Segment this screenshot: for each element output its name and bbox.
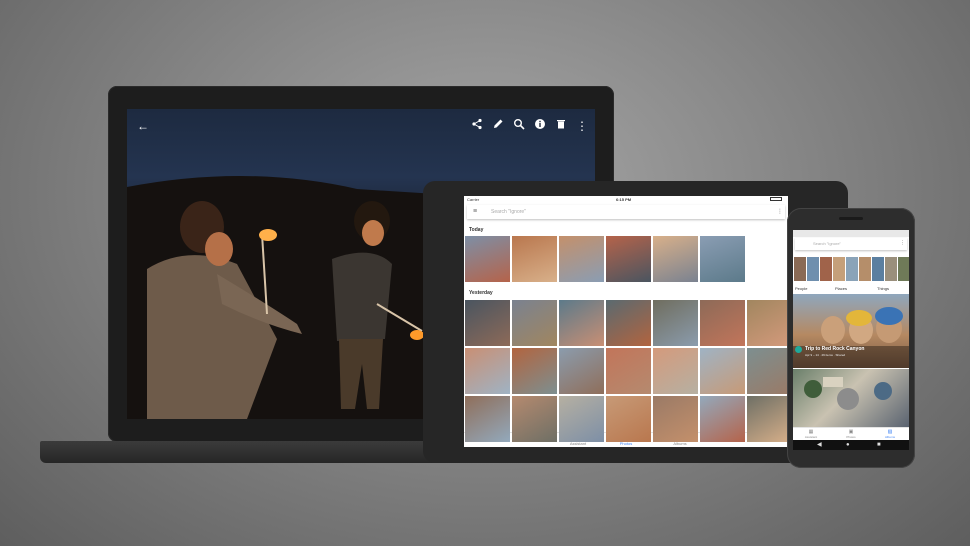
android-nav-bar: ◀ ● ■ — [793, 440, 909, 450]
photo-thumbnail[interactable] — [559, 348, 604, 394]
chip-things[interactable] — [872, 257, 909, 281]
section-today: Today — [469, 227, 484, 233]
album-card-2[interactable] — [793, 369, 909, 427]
menu-icon[interactable]: ≡ — [473, 208, 477, 216]
tablet-photos-app: Carrier 6:15 PM ≡ Search "Ignore" ⋮ Toda… — [464, 196, 788, 447]
trash-icon[interactable] — [553, 118, 569, 134]
photo-thumbnail[interactable] — [559, 236, 604, 282]
edit-icon[interactable] — [490, 118, 506, 134]
photo-thumbnail[interactable] — [700, 300, 745, 346]
search-input[interactable]: Search "Ignore" — [491, 209, 526, 215]
photo-thumbnail[interactable] — [512, 236, 557, 282]
status-bar: Carrier 6:15 PM — [464, 196, 788, 204]
photo-thumbnail[interactable] — [700, 236, 745, 282]
phone-nav-photos[interactable]: ▣ Photos — [836, 429, 866, 439]
tablet-device: Carrier 6:15 PM ≡ Search "Ignore" ⋮ Toda… — [423, 181, 848, 463]
photo-thumbnail[interactable] — [700, 396, 745, 442]
photo-thumbnail[interactable] — [512, 300, 557, 346]
zoom-icon[interactable] — [511, 118, 527, 134]
back-icon[interactable]: ◀ — [817, 441, 822, 449]
photo-thumbnail[interactable] — [512, 348, 557, 394]
more-vert-icon[interactable]: ⋮ — [900, 240, 905, 246]
status-time: 6:15 PM — [616, 197, 632, 202]
photo-thumbnail[interactable] — [747, 396, 788, 442]
phone-bottom-nav: ▦ Assistant ▣ Photos ▧ Albums — [793, 427, 909, 441]
phone-photos-app: Search "Ignore" ⋮ People Places Things T… — [793, 230, 909, 450]
photo-thumbnail[interactable] — [653, 396, 698, 442]
photo-thumbnail[interactable] — [559, 396, 604, 442]
photo-thumbnail[interactable] — [606, 348, 651, 394]
recents-icon[interactable]: ■ — [877, 441, 881, 449]
photo-thumbnail[interactable] — [747, 348, 788, 394]
phone-nav-assistant[interactable]: ▦ Assistant — [796, 429, 826, 439]
shared-album-icon — [795, 346, 802, 353]
album-meta: Apr 9 – 14 · 29 items · Shared — [805, 353, 846, 357]
photo-thumbnail[interactable] — [606, 396, 651, 442]
more-vert-icon[interactable]: ⋮ — [777, 208, 783, 215]
photo-thumbnail[interactable] — [606, 236, 651, 282]
phone-device: Search "Ignore" ⋮ People Places Things T… — [787, 208, 915, 468]
phone-nav-albums[interactable]: ▧ Albums — [875, 429, 905, 439]
phone-nav-albums-label: Albums — [884, 435, 895, 439]
photo-thumbnail[interactable] — [465, 300, 510, 346]
phone-nav-photos-label: Photos — [846, 435, 856, 439]
photo-thumbnail[interactable] — [465, 396, 510, 442]
photo-thumbnail[interactable] — [559, 300, 604, 346]
photo-thumbnail[interactable] — [465, 348, 510, 394]
photo-thumbnail[interactable] — [700, 348, 745, 394]
info-icon[interactable] — [532, 118, 548, 134]
battery-icon — [770, 197, 782, 201]
album-card[interactable]: Trip to Red Rock Canyon Apr 9 – 14 · 29 … — [793, 294, 909, 368]
home-icon[interactable]: ● — [846, 441, 850, 449]
photo-thumbnail[interactable] — [606, 300, 651, 346]
chip-people[interactable] — [794, 257, 832, 281]
photo-thumbnail[interactable] — [747, 300, 788, 346]
section-yesterday: Yesterday — [469, 290, 493, 296]
phone-nav-assistant-label: Assistant — [804, 435, 818, 439]
photo-thumbnail[interactable] — [653, 300, 698, 346]
chip-places[interactable] — [833, 257, 871, 281]
phone-search-bar[interactable]: Search "Ignore" ⋮ — [795, 238, 907, 250]
photo-thumbnail[interactable] — [653, 348, 698, 394]
arrow-left-icon[interactable]: ← — [135, 118, 151, 134]
phone-status-bar — [793, 230, 909, 237]
album-cover-photo-2 — [804, 377, 892, 410]
photo-thumbnail[interactable] — [512, 396, 557, 442]
more-vert-icon[interactable]: ⋮ — [574, 118, 590, 134]
album-title: Trip to Red Rock Canyon — [805, 346, 865, 352]
carrier-label: Carrier — [467, 197, 480, 202]
chip-people-label: People — [795, 286, 808, 291]
photo-thumbnail[interactable] — [653, 236, 698, 282]
share-icon[interactable] — [469, 118, 485, 134]
phone-speaker — [839, 217, 863, 220]
chip-places-label: Places — [835, 286, 848, 291]
chip-things-label: Things — [877, 286, 890, 291]
search-bar[interactable]: ≡ Search "Ignore" ⋮ — [467, 205, 785, 219]
phone-search-input[interactable]: Search "Ignore" — [813, 241, 841, 246]
photo-thumbnail[interactable] — [465, 236, 510, 282]
